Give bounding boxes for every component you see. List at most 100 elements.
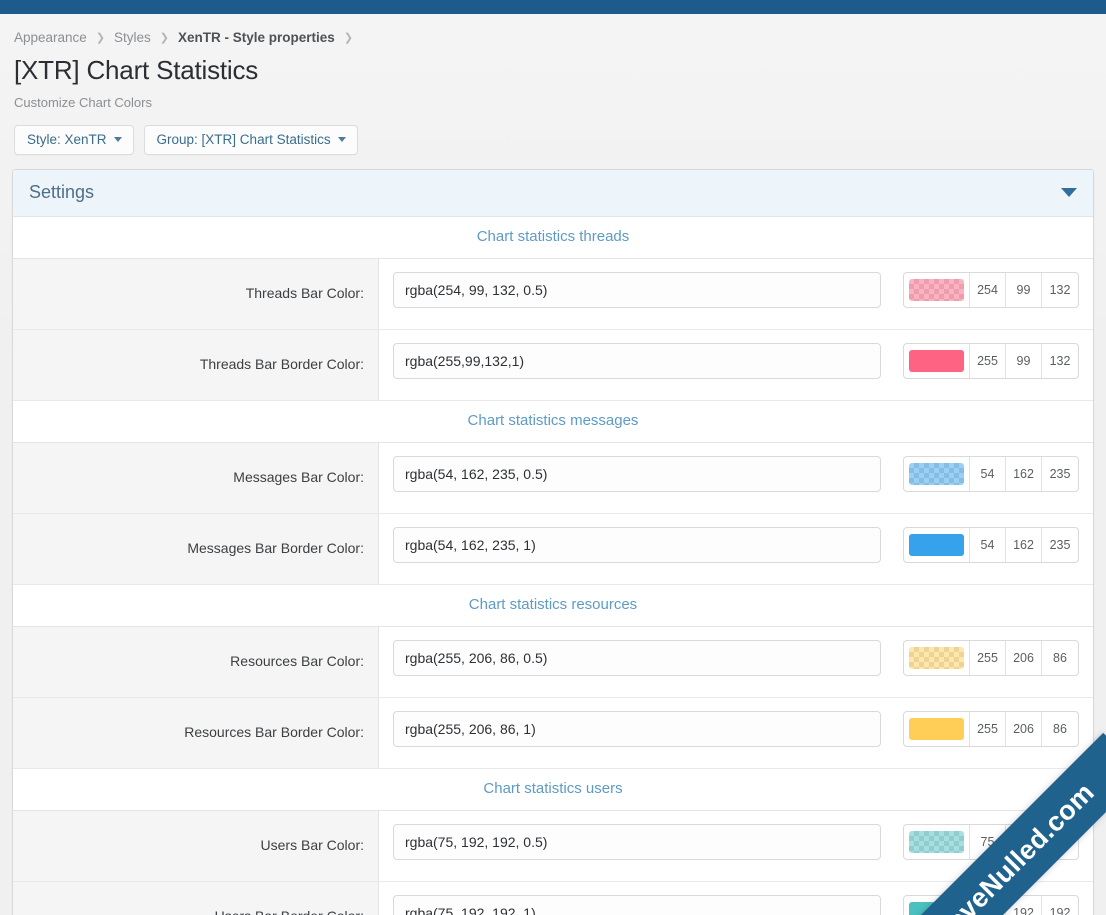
breadcrumb-separator-icon: ❯ [343,32,354,44]
section-heading: Chart statistics messages [13,400,1093,443]
color-channel-r-value[interactable]: 54 [970,456,1006,491]
color-swatch-fill [909,901,964,915]
page-title: [XTR] Chart Statistics [14,55,259,85]
color-channel-b-value[interactable]: 235 [1042,457,1078,491]
color-setting-label: Messages Bar Color: [13,442,379,513]
color-setting-field: 54162235 [379,514,1093,577]
color-swatch-button[interactable] [904,824,970,859]
color-swatch [909,533,964,556]
color-channel-b-value[interactable]: 192 [1042,825,1078,859]
group-selector-label: Group: [XTR] Chart Statistics [156,132,331,147]
color-setting-field: 54162235 [379,443,1093,506]
color-channel-r-value[interactable]: 75 [970,824,1006,859]
style-selector-button[interactable]: Style: XenTR [14,125,134,155]
color-setting-row: Threads Bar Color: 25499132 [13,258,1093,330]
color-channel-g-value[interactable]: 192 [1006,824,1042,859]
color-channel-g-value[interactable]: 162 [1006,456,1042,491]
color-channel-b-value[interactable]: 86 [1042,712,1078,746]
color-swatch-button[interactable] [904,343,970,378]
color-swatch-button[interactable] [904,711,970,746]
color-channel-b-value[interactable]: 86 [1042,641,1078,675]
color-channel-g-value[interactable]: 99 [1006,272,1042,307]
color-channel-g-value[interactable]: 192 [1006,895,1042,915]
color-value-input[interactable] [393,710,881,747]
chevron-down-icon [113,137,122,143]
color-swatch-button[interactable] [904,640,970,675]
color-channel-g-value[interactable]: 206 [1006,711,1042,746]
color-swatch-button[interactable] [904,456,970,491]
color-channel-b-value[interactable]: 132 [1042,273,1078,307]
color-setting-field: 25520686 [379,627,1093,690]
color-setting-field: 25520686 [379,698,1093,761]
color-setting-row: Messages Bar Border Color: 54162235 [13,513,1093,585]
settings-block-header[interactable]: Settings [13,169,1093,217]
color-control: 54162235 [393,526,1079,563]
color-swatch-fill [909,646,964,669]
color-setting-row: Resources Bar Border Color: 25520686 [13,697,1093,769]
color-value-input[interactable] [393,455,881,492]
chevron-down-icon [337,137,346,143]
color-swatch [909,717,964,740]
color-control: 25520686 [393,639,1079,676]
color-channel-r-value[interactable]: 75 [970,895,1006,915]
color-channel-b-value[interactable]: 132 [1042,344,1078,378]
color-swatch [909,278,964,301]
color-swatch-button[interactable] [904,895,970,915]
group-selector-button[interactable]: Group: [XTR] Chart Statistics [143,125,358,155]
settings-sections: Chart statistics threads Threads Bar Colo… [13,216,1093,915]
top-accent-bar [0,0,1106,14]
breadcrumb-separator-icon: ❯ [159,32,170,44]
page-root: Appearance ❯ Styles ❯ XenTR - Style prop… [0,0,1106,915]
color-value-input[interactable] [393,342,881,379]
color-control: 75192192 [393,823,1079,860]
color-swatch [909,646,964,669]
color-setting-field: 25499132 [379,259,1093,322]
color-channel-g-value[interactable]: 99 [1006,343,1042,378]
color-setting-label: Users Bar Border Color: [13,881,379,915]
color-swatch-button[interactable] [904,527,970,562]
color-channel-g-value[interactable]: 162 [1006,527,1042,562]
color-setting-row: Messages Bar Color: 54162235 [13,442,1093,514]
color-value-input[interactable] [393,526,881,563]
color-setting-row: Threads Bar Border Color: 25599132 [13,329,1093,401]
color-channel-g-value[interactable]: 206 [1006,640,1042,675]
color-channel-r-value[interactable]: 255 [970,343,1006,378]
color-channel-r-value[interactable]: 255 [970,711,1006,746]
color-value-input[interactable] [393,894,881,915]
color-swatch-button[interactable] [904,272,970,307]
color-swatch [909,901,964,915]
color-setting-label: Threads Bar Color: [13,258,379,329]
color-swatch-fill [909,462,964,485]
breadcrumb-item-styles[interactable]: Styles [114,30,151,45]
color-value-input[interactable] [393,823,881,860]
color-setting-field: 75192192 [379,882,1093,915]
page-subtitle: Customize Chart Colors [14,95,152,110]
style-selector-label: Style: XenTR [27,132,107,147]
color-setting-label: Threads Bar Border Color: [13,329,379,400]
color-setting-row: Users Bar Color:75192192 [13,810,1093,882]
color-channel-r-value[interactable]: 255 [970,640,1006,675]
color-channel-b-value[interactable]: 192 [1042,896,1078,915]
color-channel-b-value[interactable]: 235 [1042,528,1078,562]
color-swatch-fill [909,830,964,853]
section-heading-label: Chart statistics messages [467,411,639,429]
chevron-down-icon[interactable] [1061,187,1077,197]
color-swatch [909,462,964,485]
section-heading: Chart statistics users [13,768,1093,811]
color-control: 25520686 [393,710,1079,747]
section-heading-label: Chart statistics users [483,779,623,797]
color-setting-label: Resources Bar Color: [13,626,379,697]
color-swatch-group: 75 192 192 [903,894,1079,915]
color-swatch-fill [909,533,964,556]
color-swatch-group: 54 162 235 [903,455,1079,492]
breadcrumb-item-appearance[interactable]: Appearance [14,30,87,45]
color-swatch-fill [909,349,964,372]
color-channel-r-value[interactable]: 54 [970,527,1006,562]
breadcrumb-item-style-properties[interactable]: XenTR - Style properties [178,30,335,45]
color-swatch-group: 75 192 192 [903,823,1079,860]
color-value-input[interactable] [393,271,881,308]
color-channel-r-value[interactable]: 254 [970,272,1006,307]
color-value-input[interactable] [393,639,881,676]
color-swatch-group: 255 206 86 [903,710,1079,747]
color-swatch-fill [909,717,964,740]
